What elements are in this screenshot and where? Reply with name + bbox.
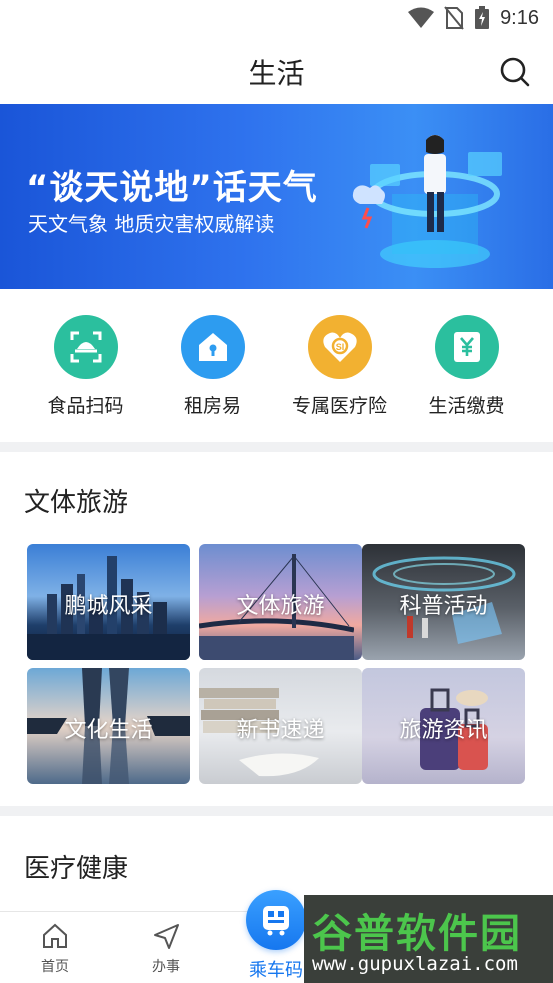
tile-label: 鹏城风采 — [64, 594, 153, 619]
status-icons: 9:16 — [408, 6, 539, 30]
header: 生活 — [0, 38, 553, 104]
life-screen: 9:16 生活 “谈天说地”话天气 天文气象 地质灾害权威解读 食品扫码 租房易… — [0, 0, 553, 983]
search-icon[interactable] — [499, 56, 531, 88]
no-sim-icon — [444, 6, 464, 30]
status-bar: 9:16 — [0, 0, 553, 38]
tile-label: 科普活动 — [399, 594, 488, 619]
site-watermark: 谷普软件园 www.gupuxlazai.com — [304, 895, 553, 983]
section-divider — [0, 442, 553, 452]
presenter-illustration — [352, 135, 502, 268]
service-label: 食品扫码 — [47, 395, 124, 417]
wifi-icon — [408, 7, 435, 28]
service-label: 专属医疗险 — [291, 395, 387, 417]
banner-title: “谈天说地”话天气 — [26, 168, 318, 208]
house-icon — [180, 315, 245, 379]
nav-label: 首页 — [41, 959, 69, 975]
tile-travel-news[interactable]: 旅游资讯 — [362, 668, 525, 784]
tile-science-events[interactable]: 科普活动 — [362, 544, 525, 660]
tile-pengcheng[interactable]: 鹏城风采 — [27, 544, 190, 660]
service-label: 租房易 — [183, 395, 241, 417]
section-title-health: 医疗健康 — [24, 854, 129, 884]
service-food-scan[interactable]: 食品扫码 — [22, 289, 149, 442]
page-title: 生活 — [248, 57, 305, 90]
svg-text:SI: SI — [335, 342, 344, 352]
heart-shield-icon: SI — [307, 315, 372, 379]
quick-services: 食品扫码 租房易 SI 专属医疗险 生活缴费 — [0, 289, 553, 442]
bus-qr-icon — [263, 906, 289, 936]
watermark-url: www.gupuxlazai.com — [312, 953, 518, 975]
nav-label: 办事 — [152, 959, 180, 975]
section-divider — [0, 806, 553, 816]
tile-label: 旅游资讯 — [399, 718, 488, 743]
nav-home[interactable]: 首页 — [15, 912, 95, 976]
banner-subtitle: 天文气象 地质灾害权威解读 — [28, 212, 275, 236]
weather-banner[interactable]: “谈天说地”话天气 天文气象 地质灾害权威解读 — [0, 104, 553, 289]
tile-label: 文化生活 — [64, 718, 153, 743]
ride-code-button[interactable] — [246, 890, 306, 950]
yen-bill-icon — [434, 315, 499, 379]
tile-label: 文体旅游 — [236, 594, 325, 619]
nav-affairs[interactable]: 办事 — [126, 912, 206, 976]
home-icon — [43, 923, 67, 948]
section-title-culture: 文体旅游 — [24, 488, 129, 518]
tile-culture-sports[interactable]: 文体旅游 — [199, 544, 362, 660]
service-rent-house[interactable]: 租房易 — [149, 289, 276, 442]
tile-cultural-life[interactable]: 文化生活 — [27, 668, 190, 784]
service-bill-payment[interactable]: 生活缴费 — [403, 289, 530, 442]
service-medical-insurance[interactable]: SI 专属医疗险 — [276, 289, 403, 442]
tile-label: 新书速递 — [236, 718, 325, 743]
send-icon — [154, 924, 179, 949]
scan-food-icon — [53, 315, 118, 379]
battery-charging-icon — [475, 6, 490, 29]
status-time: 9:16 — [500, 6, 539, 29]
tile-new-books[interactable]: 新书速递 — [199, 668, 362, 784]
service-label: 生活缴费 — [428, 395, 505, 417]
watermark-title: 谷普软件园 — [312, 911, 522, 957]
